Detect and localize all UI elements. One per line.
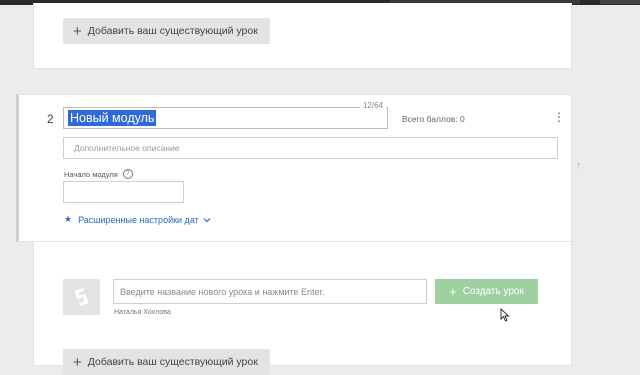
more-vertical-icon[interactable]: ⋮ <box>553 111 565 123</box>
advanced-date-settings-label: Расширенные настройки дат <box>78 214 199 225</box>
top-bar-segment <box>600 0 640 4</box>
module-description-input[interactable]: Дополнительное описание <box>63 137 558 159</box>
module-start-label: Начало модуля ? <box>64 169 133 179</box>
mouse-cursor-icon <box>500 308 510 322</box>
create-lesson-label: Создать урок <box>462 286 524 297</box>
plus-icon: + <box>449 284 457 299</box>
logo-placeholder-icon <box>63 279 100 315</box>
star-icon: ★ <box>64 214 73 224</box>
plus-icon: + <box>73 22 82 40</box>
module-title-input[interactable]: Новый модуль <box>63 107 388 129</box>
module-number: 2 <box>47 112 54 126</box>
arrow-up-icon[interactable]: ↑ <box>576 160 581 171</box>
create-lesson-button[interactable]: + Создать урок <box>435 279 538 304</box>
char-counter: 12/64 <box>360 101 387 110</box>
add-existing-lesson-button-bottom[interactable]: + Добавить ваш существующий урок <box>63 349 270 375</box>
module-title-text: Новый модуль <box>68 110 157 126</box>
plus-icon: + <box>73 353 82 371</box>
total-points: Всего баллов: 0 <box>402 114 465 124</box>
advanced-date-settings-link[interactable]: ★ Расширенные настройки дат <box>64 214 211 225</box>
add-existing-lesson-label: Добавить ваш существующий урок <box>87 25 258 37</box>
help-circle-icon[interactable]: ? <box>122 169 133 179</box>
module-start-label-text: Начало модуля <box>64 169 118 179</box>
author-name: Наталья Хохлова <box>114 309 171 316</box>
add-existing-lesson-label-bottom: Добавить ваш существующий урок <box>87 356 258 368</box>
description-placeholder: Дополнительное описание <box>74 143 180 153</box>
new-lesson-placeholder: Введите название нового урока и нажмите … <box>120 286 325 297</box>
new-lesson-input[interactable]: Введите название нового урока и нажмите … <box>113 279 427 304</box>
chevron-down-icon <box>203 217 211 222</box>
module-start-date-input[interactable] <box>63 181 184 203</box>
add-existing-lesson-button[interactable]: + Добавить ваш существующий урок <box>63 18 270 44</box>
